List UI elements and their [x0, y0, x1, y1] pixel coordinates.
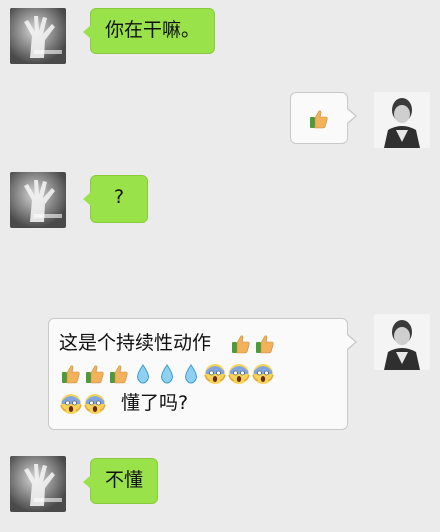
- message-bubble[interactable]: 不懂: [82, 458, 159, 504]
- contact-avatar[interactable]: [10, 172, 66, 228]
- message-bubble[interactable]: 你在干嘛。: [82, 8, 216, 54]
- thumbs-up-icon: [60, 363, 82, 385]
- thumbs-up-icon: [254, 333, 276, 355]
- message-bubble[interactable]: 这是个持续性动作 懂了吗?: [48, 318, 357, 430]
- message-text: 你在干嘛。: [105, 19, 201, 41]
- message-line: 懂了吗?: [59, 389, 337, 419]
- message-bubble[interactable]: ?: [83, 175, 148, 223]
- contact-avatar[interactable]: [10, 8, 66, 64]
- scream-icon: [84, 393, 106, 415]
- message-text: 不懂: [105, 469, 144, 491]
- message-bubble[interactable]: [290, 92, 357, 144]
- message-text: 这是个持续性动作: [59, 332, 212, 355]
- scream-icon: [204, 363, 226, 385]
- message-text: 懂了吗?: [121, 392, 189, 415]
- thumbs-up-icon: [230, 333, 252, 355]
- message-line: 这是个持续性动作: [59, 329, 337, 359]
- chat-window: 你在干嘛。 ? 这是个持续性动作 懂了吗? 不懂: [0, 0, 440, 532]
- droplet-icon: [132, 363, 154, 385]
- message-text: ?: [113, 186, 125, 208]
- droplet-icon: [156, 363, 178, 385]
- thumbs-up-icon: [84, 363, 106, 385]
- thumbs-up-icon: [108, 363, 130, 385]
- scream-icon: [228, 363, 250, 385]
- my-avatar[interactable]: [374, 92, 430, 148]
- contact-avatar[interactable]: [10, 456, 66, 512]
- droplet-icon: [180, 363, 202, 385]
- message-line: [59, 359, 337, 389]
- scream-icon: [252, 363, 274, 385]
- my-avatar[interactable]: [374, 314, 430, 370]
- scream-icon: [60, 393, 82, 415]
- thumbs-up-icon: [308, 108, 330, 130]
